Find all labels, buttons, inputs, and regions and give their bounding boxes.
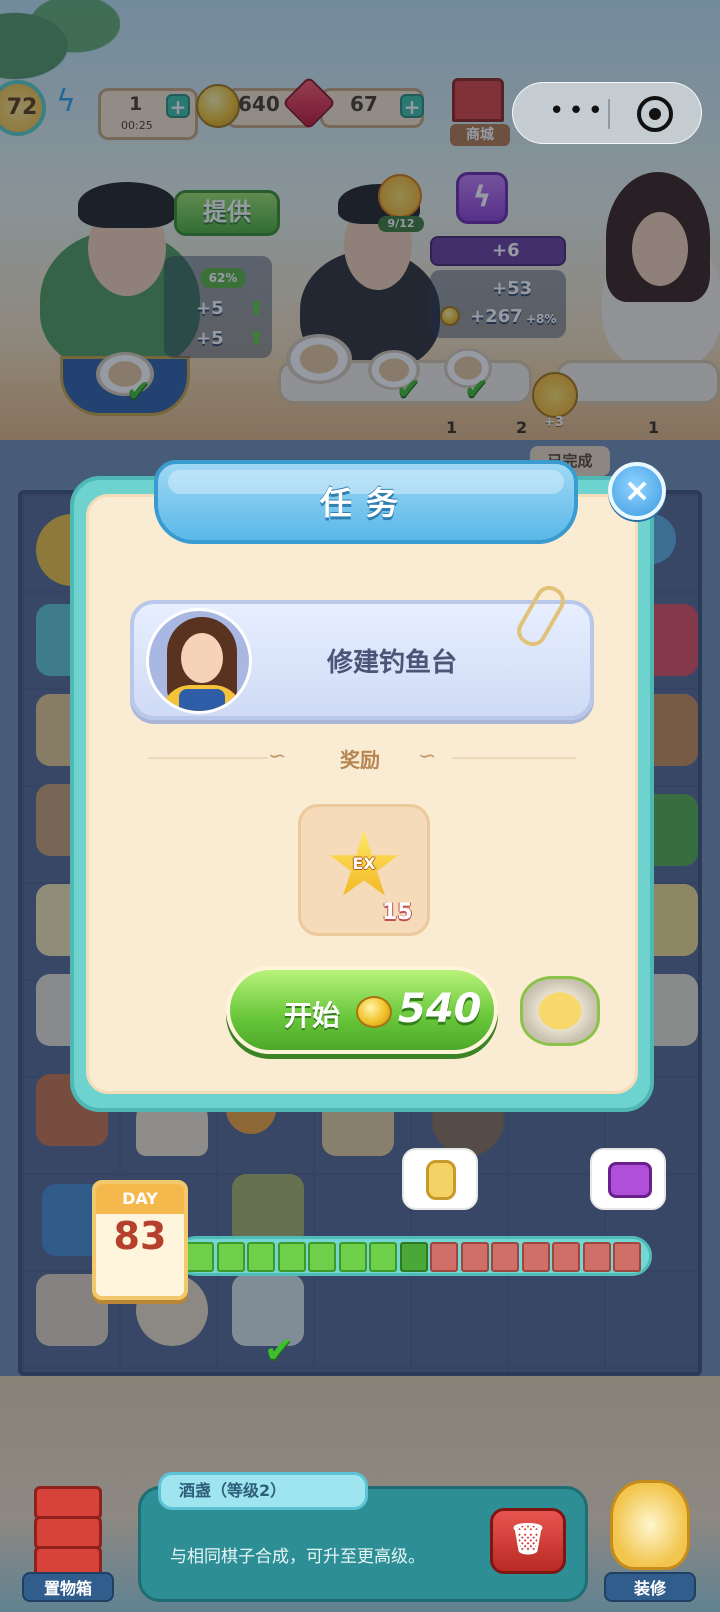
avatar-apron (179, 689, 225, 711)
reward-divider-right (452, 757, 576, 759)
task-giver-avatar (146, 608, 252, 714)
day-segment-today (399, 1242, 428, 1272)
check-icon: ✔ (264, 1330, 295, 1371)
day-segment-done (369, 1242, 397, 1272)
day-number: 83 (113, 1214, 167, 1258)
scroll-icon (426, 1160, 456, 1200)
day-segment-done (277, 1242, 306, 1272)
day-segment-todo (582, 1242, 611, 1272)
coin-icon (356, 996, 392, 1028)
day-segment-todo (552, 1242, 580, 1272)
dialog-title: 任务 (319, 484, 412, 522)
day-label: DAY (96, 1184, 184, 1214)
milestone-reward-chest[interactable] (590, 1148, 666, 1210)
trash-button[interactable]: 🗑 (490, 1508, 566, 1574)
day-segment-done (247, 1242, 275, 1272)
close-miniprogram-icon[interactable] (637, 96, 673, 132)
miniprogram-capsule: ••• (512, 82, 702, 144)
day-segment-done (186, 1242, 214, 1272)
storage-crate (34, 1486, 102, 1520)
avatar-face (181, 633, 223, 683)
capsule-divider (608, 99, 610, 129)
day-segment-todo (491, 1242, 519, 1272)
reward-label: 奖励 (340, 748, 380, 772)
start-button-label[interactable]: 开始 (284, 994, 340, 1034)
item-name: 酒盏（等级2） (158, 1472, 368, 1510)
day-segment-todo (430, 1242, 458, 1272)
chest-icon (608, 1162, 652, 1198)
day-segment-done (216, 1242, 245, 1272)
reward-divider-left (148, 757, 268, 759)
close-button[interactable]: × (608, 462, 666, 520)
storage-box-label[interactable]: 置物箱 (22, 1572, 114, 1602)
cooking-pot-icon (520, 976, 600, 1046)
item-description: 与相同棋子合成，可升至更高级。 (170, 1547, 425, 1567)
day-segment-todo (613, 1242, 641, 1272)
start-cost[interactable]: 540 (398, 986, 482, 1032)
decoration-icon[interactable] (610, 1480, 690, 1570)
ex-star-label: EX (352, 854, 376, 873)
more-menu-icon[interactable]: ••• (549, 98, 607, 124)
milestone-reward-scroll[interactable] (402, 1148, 478, 1210)
day-segment-todo (460, 1242, 489, 1272)
day-calendar[interactable]: DAY 83 (92, 1180, 188, 1300)
decoration-label[interactable]: 装修 (604, 1572, 696, 1602)
swirl-ornament-icon: ∽ (268, 744, 287, 769)
task-name: 修建钓鱼台 (326, 648, 457, 678)
reward-count: 15 (382, 900, 413, 925)
day-segment-done (308, 1242, 336, 1272)
dialog-title-ribbon: 任务 (154, 460, 578, 544)
day-segment-todo (521, 1242, 550, 1272)
storage-crate (34, 1516, 102, 1550)
day-segment-done (338, 1242, 367, 1272)
swirl-ornament-icon: ∽ (418, 744, 437, 769)
